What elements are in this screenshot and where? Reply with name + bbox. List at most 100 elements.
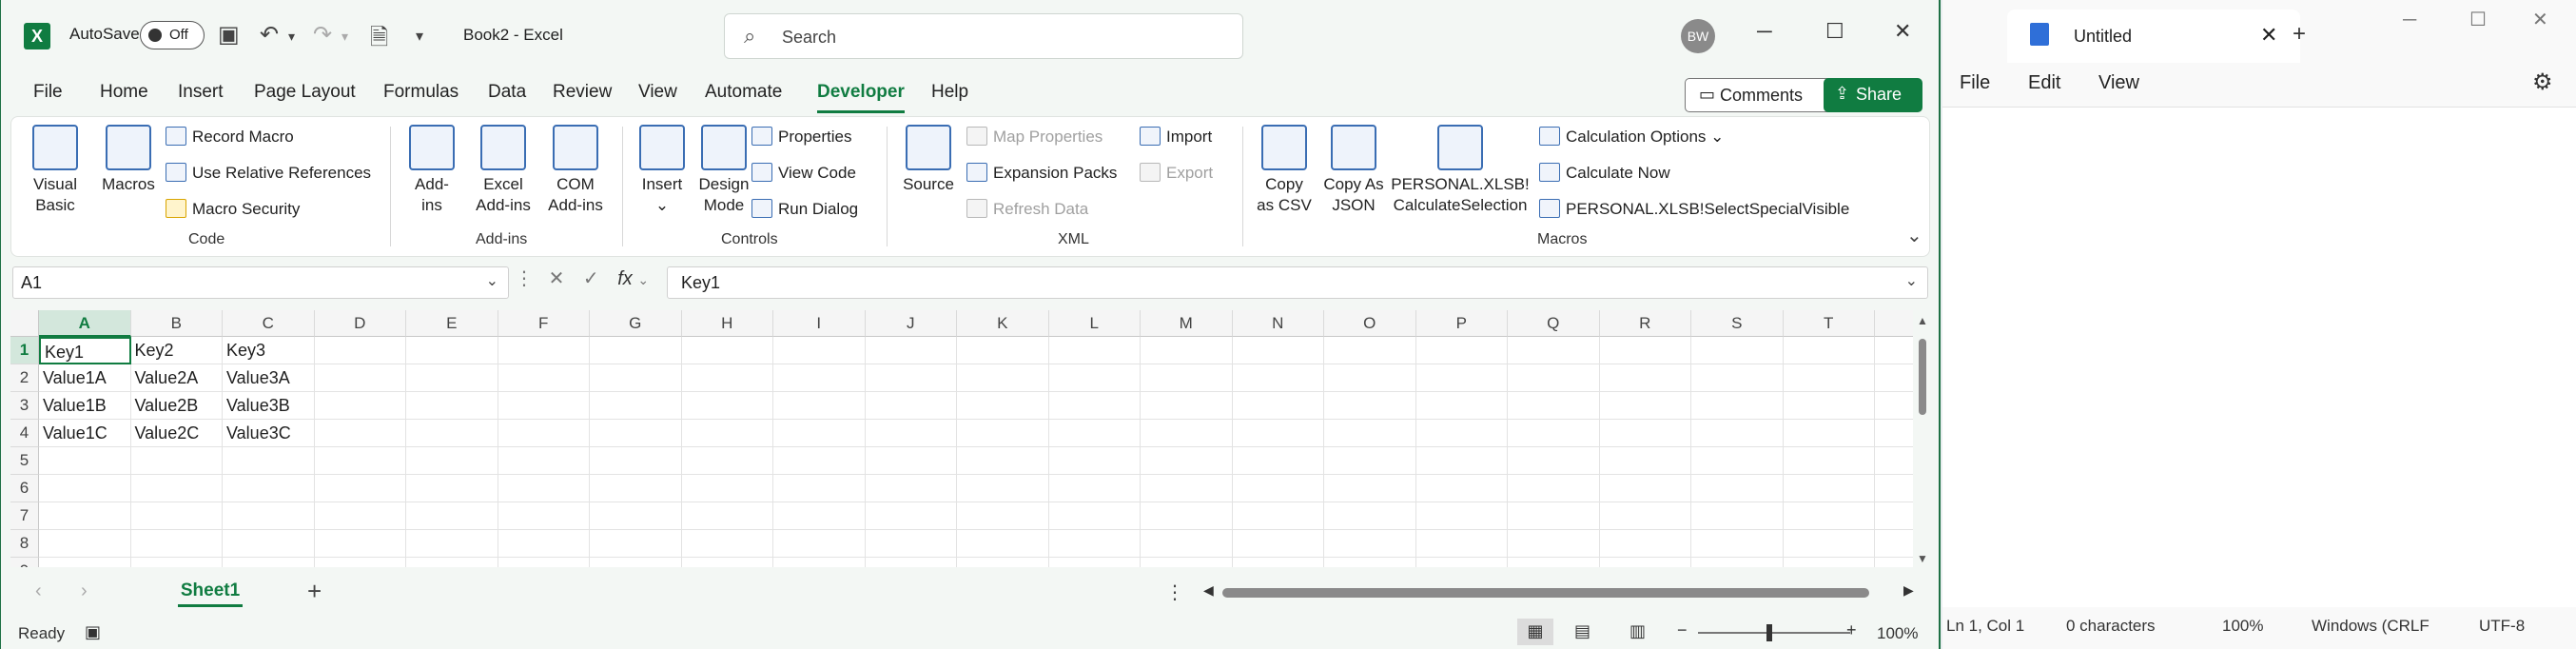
cell[interactable] bbox=[1415, 447, 1508, 475]
cell[interactable] bbox=[223, 530, 315, 558]
cell[interactable] bbox=[681, 502, 773, 530]
autosave-toggle[interactable]: Off bbox=[140, 21, 205, 49]
cell[interactable] bbox=[314, 337, 406, 364]
cell[interactable] bbox=[1691, 420, 1784, 447]
cell[interactable] bbox=[223, 502, 315, 530]
cell[interactable] bbox=[406, 364, 498, 392]
cell[interactable] bbox=[39, 530, 131, 558]
tab-data[interactable]: Data bbox=[488, 82, 526, 103]
cell[interactable] bbox=[406, 558, 498, 567]
cell[interactable] bbox=[865, 392, 957, 420]
cell[interactable] bbox=[1232, 420, 1324, 447]
active-cell[interactable]: Key1 bbox=[39, 337, 131, 364]
more-icon[interactable]: ⋮ bbox=[1165, 580, 1184, 604]
relative-references-button[interactable]: Use Relative References bbox=[166, 163, 371, 183]
row-header[interactable]: 1 bbox=[10, 337, 39, 364]
cell[interactable] bbox=[1324, 420, 1416, 447]
cell[interactable] bbox=[498, 558, 590, 567]
cell[interactable] bbox=[1599, 530, 1691, 558]
properties-button[interactable]: Properties bbox=[751, 127, 851, 147]
row-header[interactable]: 8 bbox=[10, 530, 39, 558]
cell[interactable]: Value3B bbox=[223, 392, 315, 420]
column-header[interactable]: B bbox=[130, 310, 223, 337]
cell[interactable] bbox=[1324, 447, 1416, 475]
cell[interactable] bbox=[957, 337, 1049, 364]
close-tab-icon[interactable]: ✕ bbox=[2260, 23, 2277, 48]
zoom-level[interactable]: 100% bbox=[1877, 624, 1918, 643]
cell[interactable] bbox=[39, 447, 131, 475]
cell[interactable] bbox=[1783, 420, 1875, 447]
column-header[interactable]: T bbox=[1783, 310, 1875, 337]
cell[interactable] bbox=[682, 558, 773, 567]
name-box[interactable]: A1 ⌄ bbox=[12, 266, 509, 299]
cell[interactable] bbox=[1141, 475, 1233, 502]
menu-edit[interactable]: Edit bbox=[2028, 72, 2060, 94]
tab-automate[interactable]: Automate bbox=[705, 82, 782, 103]
cell[interactable] bbox=[1048, 392, 1141, 420]
ribbon-expand-icon[interactable]: ⌄ bbox=[1906, 224, 1922, 247]
cell[interactable] bbox=[130, 447, 223, 475]
row-header[interactable]: 5 bbox=[10, 447, 39, 475]
cell[interactable] bbox=[1508, 337, 1600, 364]
cell[interactable]: Value1A bbox=[39, 364, 131, 392]
cell[interactable] bbox=[406, 337, 498, 364]
cell[interactable] bbox=[1783, 475, 1875, 502]
cell[interactable]: Key2 bbox=[130, 337, 223, 364]
close-icon[interactable]: ✕ bbox=[1894, 19, 1911, 44]
column-header[interactable]: G bbox=[590, 310, 682, 337]
fx-icon[interactable]: fx bbox=[617, 268, 633, 289]
cell[interactable]: Value2C bbox=[130, 420, 223, 447]
cell[interactable]: Value3A bbox=[223, 364, 315, 392]
prev-sheet-icon[interactable]: ‹ bbox=[35, 580, 42, 602]
calculate-selection-button[interactable]: PERSONAL.XLSB! CalculateSelection bbox=[1389, 125, 1532, 216]
cell[interactable] bbox=[1415, 420, 1508, 447]
cell[interactable] bbox=[406, 447, 498, 475]
cell[interactable] bbox=[1875, 475, 1913, 502]
horizontal-scrollbar[interactable]: ◀ ▶ bbox=[1203, 582, 1921, 600]
cell[interactable] bbox=[681, 475, 773, 502]
save-icon[interactable]: ▣ bbox=[218, 21, 240, 49]
more-icon[interactable]: ⋮ bbox=[515, 268, 534, 289]
customize-toolbar-icon[interactable]: ▾ bbox=[416, 27, 423, 46]
cell[interactable] bbox=[1508, 364, 1600, 392]
cell[interactable] bbox=[957, 558, 1049, 567]
cell[interactable] bbox=[1049, 558, 1141, 567]
add-sheet-icon[interactable]: + bbox=[307, 577, 322, 606]
column-header[interactable]: J bbox=[865, 310, 957, 337]
chevron-down-icon[interactable]: ⌄ bbox=[486, 271, 498, 290]
cell[interactable] bbox=[957, 392, 1049, 420]
cell[interactable] bbox=[773, 447, 866, 475]
cell[interactable]: Value1C bbox=[39, 420, 131, 447]
cell[interactable] bbox=[1508, 502, 1600, 530]
cell[interactable] bbox=[865, 475, 957, 502]
cell[interactable] bbox=[865, 364, 957, 392]
cell[interactable]: Value2B bbox=[130, 392, 223, 420]
cell[interactable] bbox=[1141, 502, 1233, 530]
cell[interactable] bbox=[1600, 558, 1691, 567]
cell[interactable] bbox=[1783, 364, 1875, 392]
column-header[interactable]: R bbox=[1599, 310, 1691, 337]
cell[interactable] bbox=[1691, 337, 1784, 364]
cell[interactable] bbox=[39, 502, 131, 530]
cell[interactable] bbox=[314, 447, 406, 475]
cell[interactable] bbox=[590, 502, 682, 530]
tab-file[interactable]: File bbox=[33, 82, 63, 103]
cell[interactable] bbox=[1141, 420, 1233, 447]
cell[interactable] bbox=[681, 337, 773, 364]
row-header[interactable]: 3 bbox=[10, 392, 39, 420]
minimize-icon[interactable]: ─ bbox=[2403, 10, 2416, 31]
cell[interactable] bbox=[314, 364, 406, 392]
column-header[interactable]: Q bbox=[1508, 310, 1600, 337]
excel-addins-button[interactable]: Excel Add-ins bbox=[468, 125, 538, 216]
scroll-right-icon[interactable]: ▶ bbox=[1903, 582, 1914, 599]
cell[interactable] bbox=[1599, 447, 1691, 475]
cell[interactable] bbox=[681, 392, 773, 420]
cell[interactable] bbox=[1691, 364, 1784, 392]
cell[interactable] bbox=[1048, 364, 1141, 392]
cell[interactable] bbox=[1048, 447, 1141, 475]
cell[interactable] bbox=[1232, 447, 1324, 475]
cell[interactable] bbox=[1048, 420, 1141, 447]
cell[interactable] bbox=[1875, 558, 1913, 567]
maximize-icon[interactable]: ☐ bbox=[2469, 8, 2487, 31]
search-box[interactable]: ⌕ Search bbox=[724, 13, 1243, 59]
